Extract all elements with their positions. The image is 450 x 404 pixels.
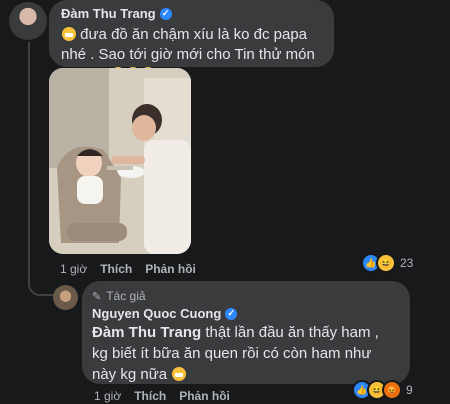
- reply-like-button[interactable]: Thích: [134, 389, 166, 403]
- haha-icon: 😆: [376, 253, 396, 273]
- smile-emoji-icon: [62, 27, 76, 41]
- photo-illustration: [49, 68, 191, 254]
- reply-reply-button[interactable]: Phản hồi: [179, 389, 230, 403]
- reply-author-name[interactable]: Nguyen Quoc Cuong: [92, 306, 221, 321]
- pencil-icon: ✎: [92, 290, 102, 303]
- author-badge: ✎ Tác giả: [92, 289, 146, 303]
- comment-timestamp[interactable]: 1 giờ: [60, 262, 87, 276]
- mention-link[interactable]: Đàm Thu Trang: [92, 324, 201, 341]
- verified-badge-icon: ✓: [159, 7, 172, 20]
- comment-reactions[interactable]: 👍 😆 23: [361, 253, 413, 273]
- reply-reactions[interactable]: 👍 😆 😡 9: [352, 380, 413, 400]
- reply-text: Đàm Thu Trang thật lần đầu ăn thấy ham ,…: [92, 324, 379, 383]
- reply-timestamp[interactable]: 1 giờ: [94, 389, 121, 403]
- commenter-avatar[interactable]: [9, 2, 47, 40]
- comment-author[interactable]: Đàm Thu Trang ✓: [61, 6, 172, 21]
- reply-bubble: ✎ Tác giả Nguyen Quoc Cuong ✓ Đàm Thu Tr…: [82, 281, 410, 384]
- comment-author-name[interactable]: Đàm Thu Trang: [61, 6, 156, 21]
- reply-author-avatar[interactable]: [53, 285, 78, 310]
- like-button[interactable]: Thích: [100, 262, 132, 276]
- comment-photo[interactable]: [49, 68, 191, 254]
- verified-badge-icon: ✓: [225, 307, 238, 320]
- comment-actions: 1 giờ Thích Phản hồi: [60, 262, 196, 276]
- reaction-count: 9: [406, 383, 413, 397]
- reply-actions: 1 giờ Thích Phản hồi: [94, 389, 230, 403]
- reply-thread-line: [28, 42, 54, 296]
- grin-emoji-icon: [172, 367, 187, 381]
- reply-button[interactable]: Phản hồi: [145, 262, 196, 276]
- reaction-count: 23: [400, 256, 414, 270]
- comment-bubble: Đàm Thu Trang ✓ đưa đồ ăn chậm xíu là ko…: [49, 0, 334, 83]
- angry-icon: 😡: [382, 380, 402, 400]
- reply-author[interactable]: Nguyen Quoc Cuong ✓: [92, 306, 238, 321]
